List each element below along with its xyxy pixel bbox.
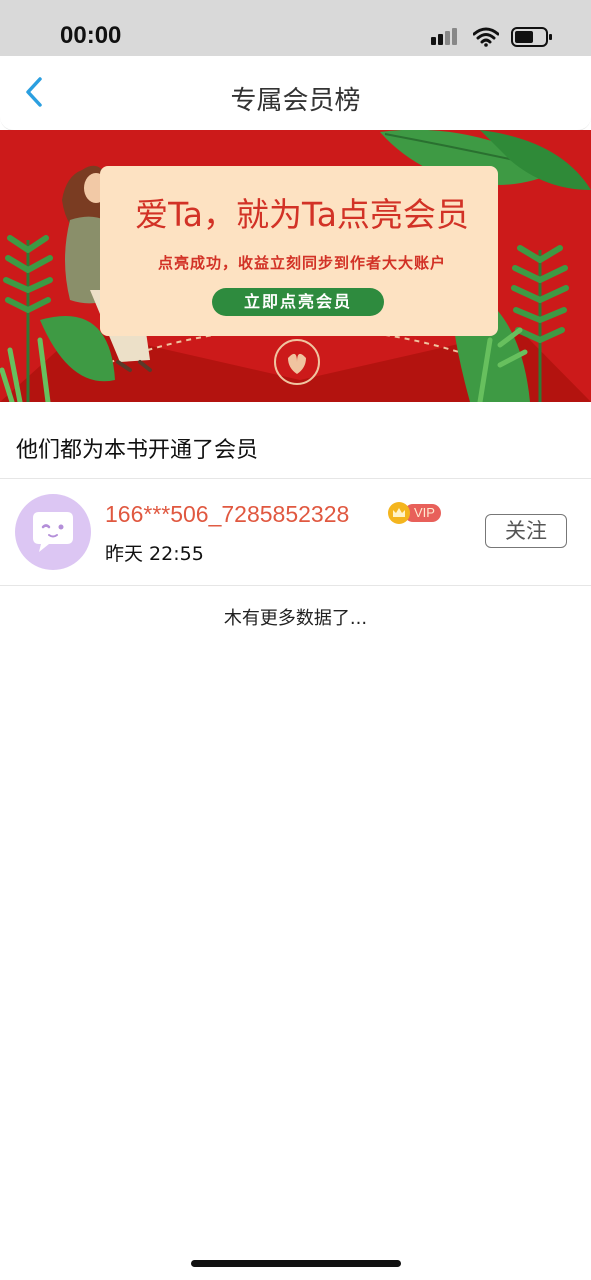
activate-membership-button[interactable]: 立即点亮会员 bbox=[212, 288, 384, 316]
nav-bar: 专属会员榜 bbox=[0, 56, 591, 131]
status-icons bbox=[431, 26, 553, 52]
wifi-icon bbox=[472, 27, 500, 51]
status-time: 00:00 bbox=[60, 22, 122, 49]
screen: 00:00 专属会员榜 爱Ta，就为Ta点亮会员 点亮成功，收益立刻同步到作者大… bbox=[0, 0, 591, 1280]
battery-icon bbox=[511, 26, 553, 52]
vip-badge: VIP bbox=[388, 502, 441, 524]
status-bar: 00:00 bbox=[0, 0, 591, 56]
home-indicator[interactable] bbox=[191, 1260, 401, 1267]
crown-icon bbox=[388, 502, 410, 524]
list-item[interactable]: 166***506_7285852328 VIP 昨天 22:55 关注 bbox=[0, 479, 591, 585]
page-title: 专属会员榜 bbox=[230, 86, 361, 116]
list-end-text: 木有更多数据了... bbox=[223, 608, 368, 629]
member-name[interactable]: 166***506_7285852328 bbox=[105, 501, 349, 528]
member-time: 昨天 22:55 bbox=[105, 543, 204, 565]
section-title: 他们都为本书开通了会员 bbox=[16, 438, 259, 463]
avatar[interactable] bbox=[15, 494, 91, 570]
banner-subtitle: 点亮成功，收益立刻同步到作者大大账户 bbox=[157, 254, 446, 272]
signal-icon bbox=[431, 27, 461, 51]
banner-headline: 爱Ta，就为Ta点亮会员 bbox=[135, 195, 469, 234]
follow-button[interactable]: 关注 bbox=[485, 514, 567, 548]
chat-bubble-icon bbox=[33, 512, 73, 552]
divider bbox=[0, 585, 591, 586]
member-promo-banner[interactable]: 爱Ta，就为Ta点亮会员 点亮成功，收益立刻同步到作者大大账户 立即点亮会员 bbox=[0, 130, 591, 402]
